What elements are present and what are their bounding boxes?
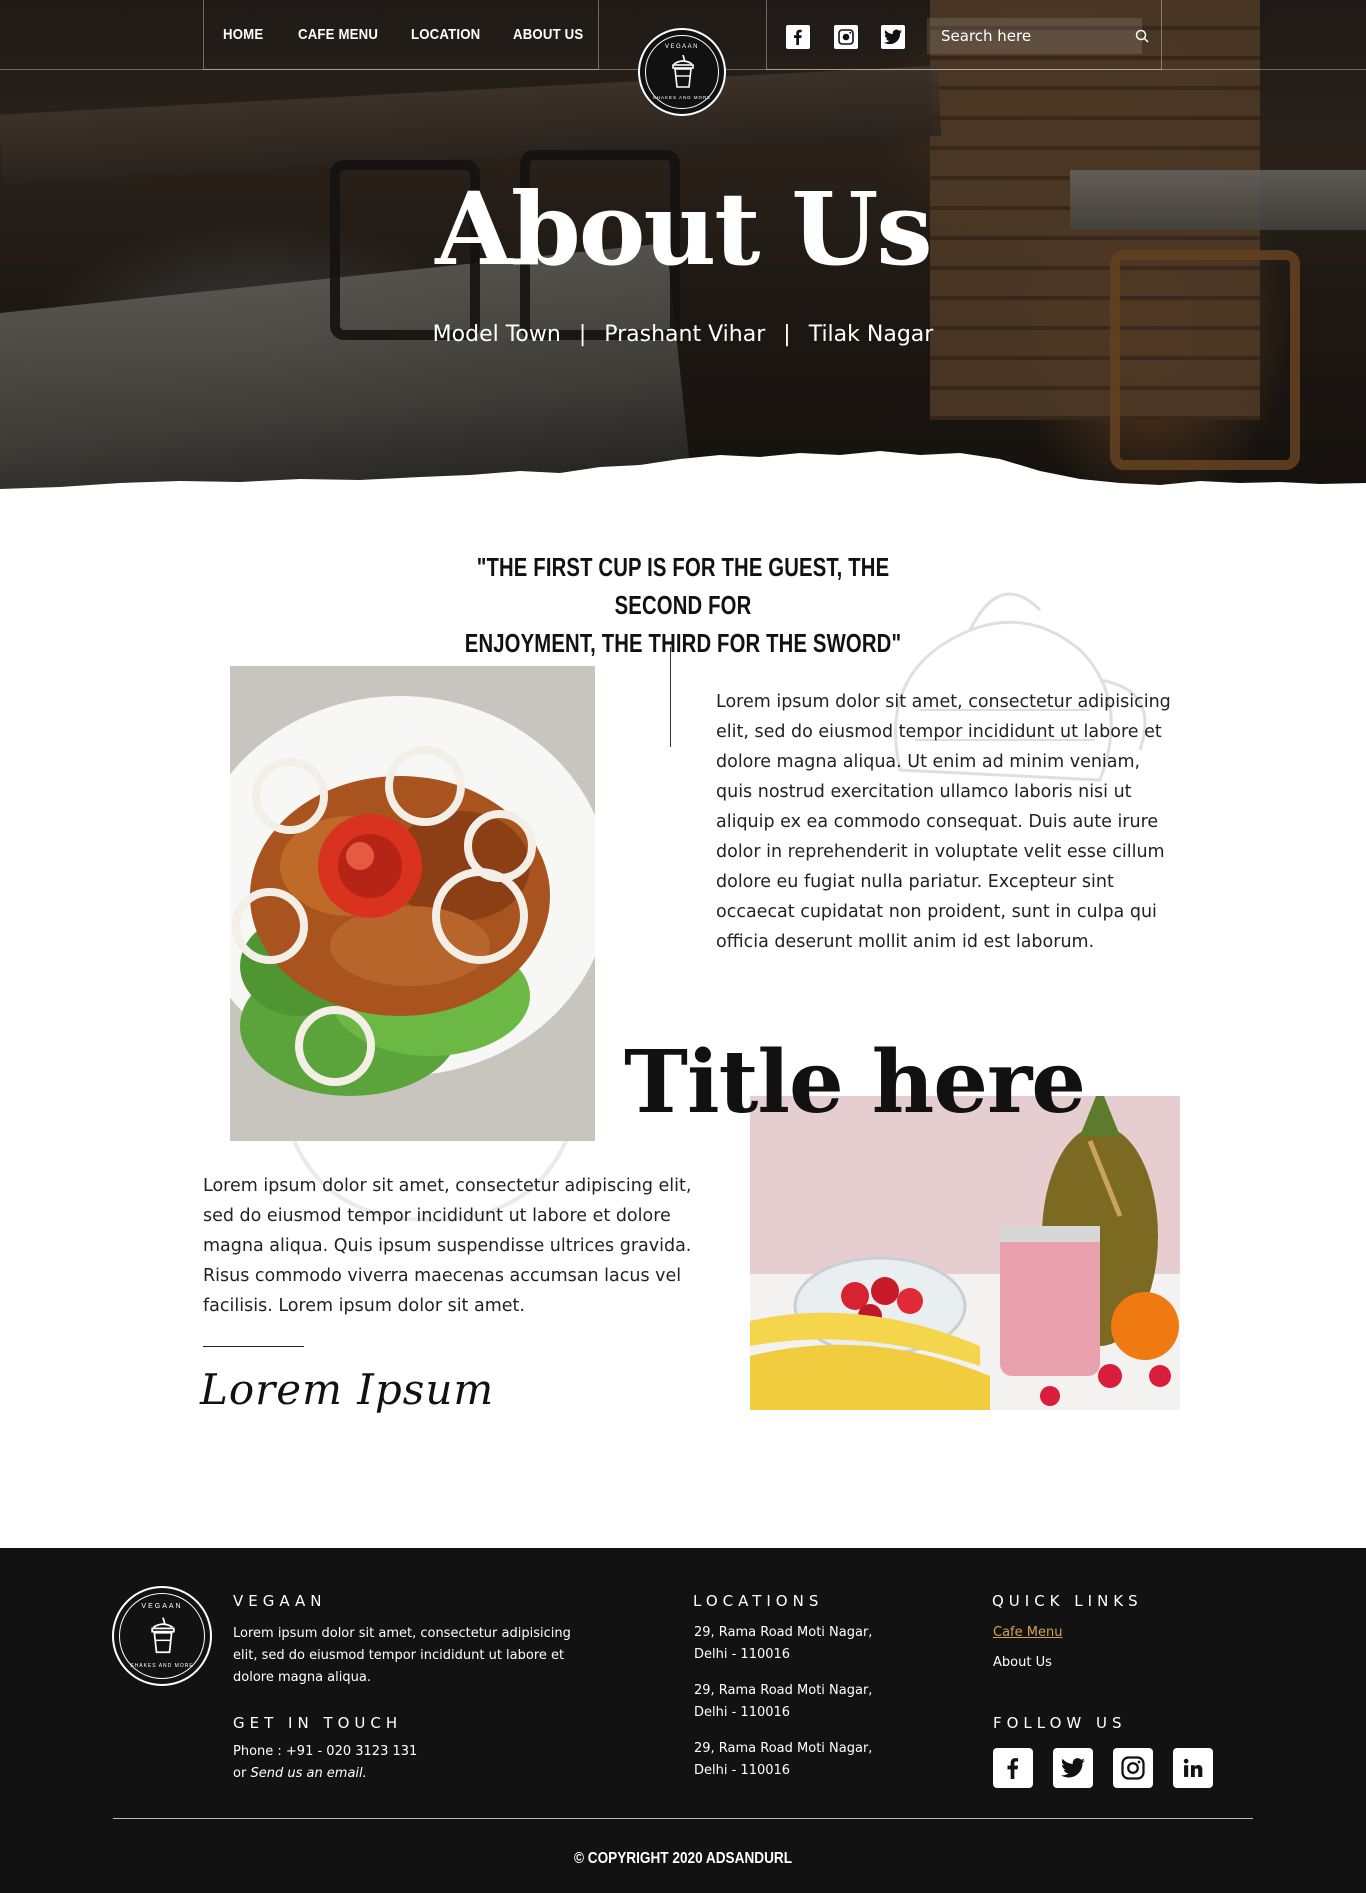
location-separator: | [578,322,587,347]
hero-banner: HOME CAFE MENU LOCATION ABOUT US VEGAAN … [0,0,1366,497]
footer-phone: Phone : +91 - 020 3123 131 [233,1744,418,1759]
torn-paper-edge [0,451,1366,497]
location-address-line: 29, Rama Road Moti Nagar, [694,1741,873,1756]
brand-logo[interactable]: VEGAAN SHAKES AND MORE [638,28,726,116]
location-model-town: Model Town [432,322,561,347]
quote: "THE FIRST CUP IS FOR THE GUEST, THE SEC… [449,548,917,662]
location-city-line: Delhi - 110016 [694,1647,791,1662]
facebook-icon[interactable] [993,1748,1033,1788]
location-city-line: Delhi - 110016 [694,1705,791,1720]
instagram-icon[interactable] [834,25,858,49]
nav-home[interactable]: HOME [223,26,263,43]
shake-cup-icon [151,1617,175,1654]
twitter-icon[interactable] [1053,1748,1093,1788]
location-address-line: 29, Rama Road Moti Nagar, [694,1625,873,1640]
footer-logo-name: VEGAAN [141,1603,183,1610]
nav-location[interactable]: LOCATION [411,26,480,43]
section-title: Title here [624,1032,1086,1133]
story-paragraph: Lorem ipsum dolor sit amet, consectetur … [203,1176,692,1316]
location-separator: | [783,322,791,347]
vertical-divider [670,647,671,747]
search-icon[interactable] [1135,18,1149,54]
twitter-icon[interactable] [881,25,905,49]
facebook-icon[interactable] [786,25,810,49]
footer-location-item: 29, Rama Road Moti Nagar, Delhi - 110016 [694,1738,872,1782]
page-title: About Us [435,170,932,288]
footer-locations-heading: LOCATIONS [693,1592,824,1610]
location-tilak-nagar: Tilak Nagar [808,322,934,347]
nav-cafe-menu[interactable]: CAFE MENU [298,26,378,43]
logo-tagline: SHAKES AND MORE [652,95,712,100]
footer-link-cafe-menu[interactable]: Cafe Menu [993,1625,1062,1640]
footer-email-line: or Send us an email. [233,1763,367,1785]
shake-cup-icon [672,55,694,88]
footer-quick-links-heading: QUICK LINKS [992,1592,1143,1610]
location-prashant-vihar: Prashant Vihar [604,322,766,347]
search-box [927,18,1149,54]
search-input[interactable] [927,27,1135,45]
site-footer: VEGAAN SHAKES AND MORE VEGAAN Lorem ipsu… [0,1548,1366,1893]
linkedin-icon[interactable] [1173,1748,1213,1788]
nav-about-us[interactable]: ABOUT US [513,26,583,43]
intro-paragraph: Lorem ipsum dolor sit amet, consectetur … [716,692,1171,952]
copyright: © COPYRIGHT 2020 ADSANDURL [573,1850,793,1867]
hero-locations: Model Town | Prashant Vihar | Tilak Nagar [0,322,1366,347]
location-city-line: Delhi - 110016 [694,1763,791,1778]
grilled-chicken-image [230,666,595,1141]
location-address-line: 29, Rama Road Moti Nagar, [694,1683,873,1698]
smoothie-fruits-image [750,1096,1180,1410]
signature-rule [203,1346,304,1347]
footer-location-item: 29, Rama Road Moti Nagar, Delhi - 110016 [694,1680,872,1724]
footer-email-prefix: or [233,1766,247,1781]
quote-line-1: "THE FIRST CUP IS FOR THE GUEST, THE SEC… [476,552,890,620]
footer-logo-tagline: SHAKES AND MORE [130,1663,194,1669]
footer-link-about-us[interactable]: About Us [993,1655,1052,1670]
footer-contact-heading: GET IN TOUCH [233,1714,403,1732]
footer-brand-heading: VEGAAN [233,1592,327,1610]
logo-name: VEGAAN [664,44,699,50]
signature: Lorem Ipsum [200,1365,495,1414]
footer-brand-text: Lorem ipsum dolor sit amet, consectetur … [233,1626,571,1685]
email-link[interactable]: Send us an email. [250,1766,366,1781]
footer-logo[interactable]: VEGAAN SHAKES AND MORE [112,1586,212,1686]
instagram-icon[interactable] [1113,1748,1153,1788]
footer-location-item: 29, Rama Road Moti Nagar, Delhi - 110016 [694,1622,872,1666]
footer-divider [113,1818,1253,1819]
footer-follow-heading: FOLLOW US [993,1714,1127,1732]
quote-line-2: ENJOYMENT, THE THIRD FOR THE SWORD" [464,628,902,658]
